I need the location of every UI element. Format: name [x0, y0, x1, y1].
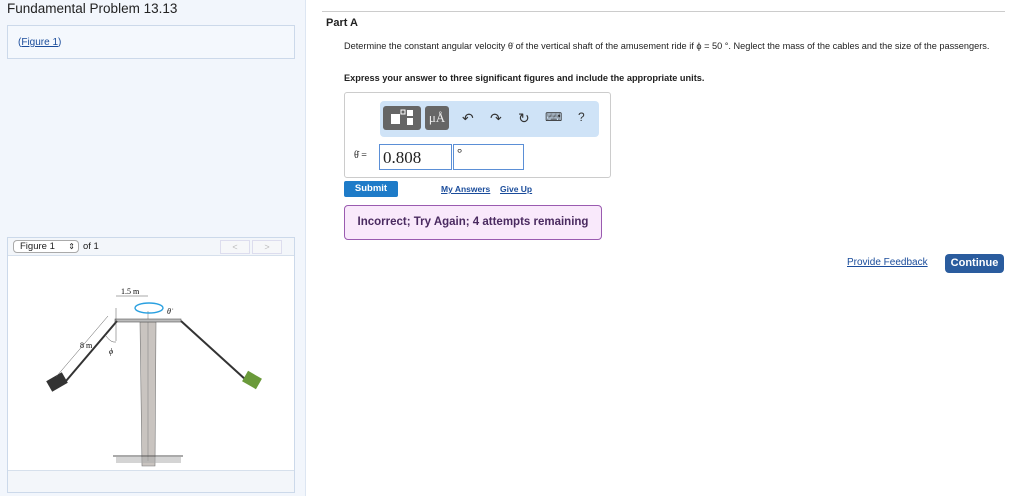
omega-label: θ̇ — [167, 307, 174, 316]
rotation-arrow-icon — [134, 302, 164, 314]
redo-icon[interactable]: ↷ — [490, 110, 502, 127]
part-title: Part A — [326, 17, 358, 29]
figure-viewer: Figure 1 ⇕ of 1 < > 1.5 m θ̇ 8 m ϕ — [7, 237, 295, 493]
figure-count: of 1 — [83, 241, 99, 252]
templates-icon — [391, 109, 413, 125]
give-up-link[interactable]: Give Up — [500, 184, 532, 194]
reset-icon[interactable]: ↻ — [518, 110, 530, 127]
figure-select-value: Figure 1 — [20, 241, 55, 252]
value-input[interactable]: 0.808 — [379, 144, 452, 170]
amusement-ride-figure: 1.5 m θ̇ 8 m ϕ — [46, 287, 262, 467]
right-cable — [180, 320, 247, 381]
answer-label: θ̇ = — [354, 150, 367, 161]
feedback-message: Incorrect; Try Again; 4 attempts remaini… — [344, 205, 602, 240]
viewer-header: Figure 1 ⇕ of 1 < > — [8, 238, 294, 256]
submit-button[interactable]: Submit — [344, 181, 398, 197]
angle-label: ϕ — [109, 347, 113, 356]
question-text: Determine the constant angular velocity … — [344, 41, 990, 51]
templates-button[interactable] — [383, 106, 421, 130]
figure-link-text[interactable]: Figure 1 — [21, 37, 58, 48]
my-answers-link[interactable]: My Answers — [441, 184, 490, 194]
divider — [322, 11, 1005, 12]
select-arrows-icon: ⇕ — [68, 242, 75, 251]
instruction-text: Express your answer to three significant… — [344, 73, 705, 83]
left-rider — [46, 372, 68, 392]
figure-link[interactable]: (Figure 1) — [18, 37, 61, 48]
undo-icon[interactable]: ↶ — [462, 110, 474, 127]
continue-button[interactable]: Continue — [945, 254, 1004, 273]
provide-feedback-link[interactable]: Provide Feedback — [847, 257, 928, 268]
units-input[interactable]: ° — [453, 144, 524, 170]
radius-label: 1.5 m — [121, 287, 140, 296]
math-toolbar: μÅ ↶ ↷ ↻ ⌨ ? — [380, 101, 599, 137]
cable-length-label: 8 m — [80, 341, 93, 350]
help-icon[interactable]: ? — [578, 110, 585, 124]
prev-figure-button[interactable]: < — [220, 240, 250, 254]
next-figure-button[interactable]: > — [252, 240, 282, 254]
units-button[interactable]: μÅ — [425, 106, 449, 130]
top-arm — [114, 318, 182, 323]
viewer-footer — [8, 470, 294, 492]
problem-title: Fundamental Problem 13.13 — [7, 1, 178, 16]
right-rider — [242, 370, 262, 390]
figure-link-box: (Figure 1) — [7, 25, 295, 59]
keyboard-icon[interactable]: ⌨ — [545, 110, 562, 124]
figure-select[interactable]: Figure 1 ⇕ — [13, 240, 79, 253]
left-panel: Fundamental Problem 13.13 (Figure 1) Fig… — [0, 0, 306, 496]
answer-box: μÅ ↶ ↷ ↻ ⌨ ? θ̇ = 0.808 ° — [344, 92, 611, 178]
